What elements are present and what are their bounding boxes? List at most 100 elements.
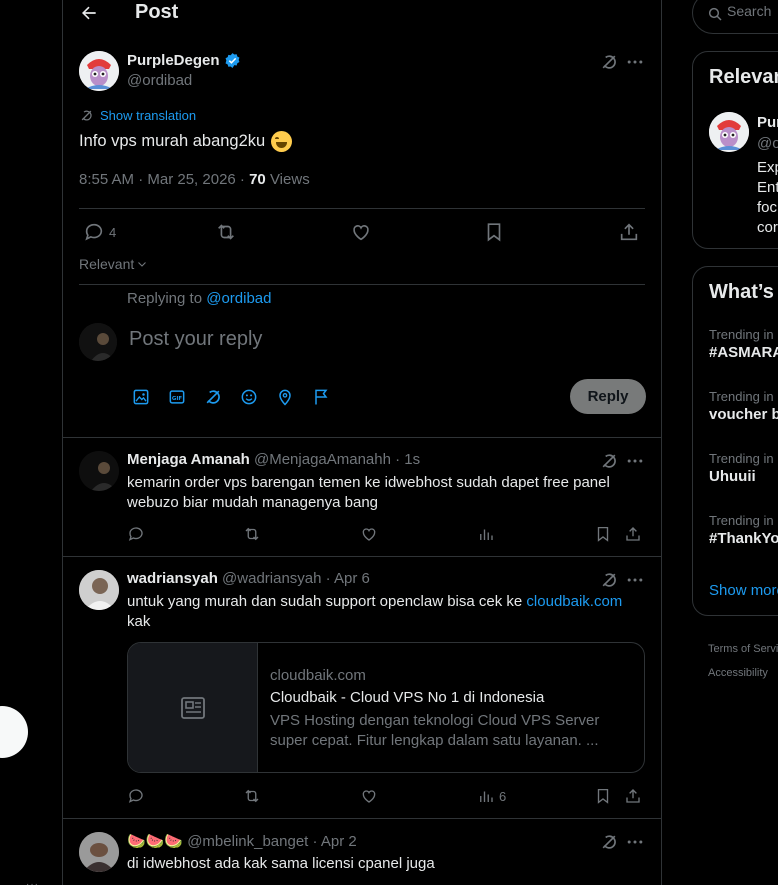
author-name[interactable]: PurpleDegen bbox=[127, 52, 241, 69]
reply-post[interactable]: wadriansyah @wadriansyah · Apr 6 untuk y… bbox=[63, 556, 661, 818]
reply-handle-time[interactable]: @mbelink_banget · Apr 2 bbox=[187, 833, 357, 850]
more-dots: ··· bbox=[26, 879, 39, 885]
reply-action[interactable] bbox=[127, 787, 145, 805]
flag-icon[interactable] bbox=[311, 387, 331, 407]
bookmark-action[interactable] bbox=[483, 221, 505, 243]
trend-item[interactable]: Trending in Indonesia Uhuuii bbox=[709, 451, 778, 485]
post-text-content: Info vps murah abang2ku bbox=[79, 132, 266, 150]
relevant-people-panel: Relevant people PurpleDegen @ordibad Exp… bbox=[692, 51, 778, 249]
repost-action[interactable] bbox=[243, 525, 261, 543]
sort-dropdown[interactable]: Relevant bbox=[79, 256, 148, 272]
gif-icon[interactable]: GIF bbox=[167, 387, 187, 407]
back-arrow-icon[interactable] bbox=[79, 3, 99, 23]
bookmark-action[interactable] bbox=[594, 787, 612, 805]
card-domain: cloudbaik.com bbox=[270, 667, 366, 684]
show-more-link[interactable]: Show more bbox=[709, 582, 778, 599]
share-action[interactable] bbox=[624, 525, 642, 543]
post-meta: 8:55 AM · Mar 25, 2026 · 70 Views bbox=[79, 171, 310, 188]
reply-action[interactable]: 4 bbox=[83, 221, 116, 243]
relevant-people-title: Relevant people bbox=[709, 66, 778, 88]
accessibility-link[interactable]: Accessibility bbox=[708, 661, 778, 685]
more-options-icon[interactable] bbox=[625, 832, 645, 852]
grok-icon[interactable] bbox=[599, 832, 619, 852]
header-bar: Post bbox=[63, 0, 661, 28]
card-description: VPS Hosting dengan teknologi Cloud VPS S… bbox=[270, 712, 600, 749]
reply-author-name[interactable]: Menjaga Amanah bbox=[127, 451, 250, 468]
reply-actions: 6 bbox=[127, 787, 647, 807]
reply-avatar[interactable] bbox=[79, 451, 119, 491]
replying-handle-link[interactable]: @ordibad bbox=[206, 290, 271, 307]
grok-icon[interactable] bbox=[599, 570, 619, 590]
author-name-text: PurpleDegen bbox=[127, 52, 220, 69]
reply-handle-time[interactable]: @MenjagaAmanahh · 1s bbox=[254, 451, 420, 468]
post-time[interactable]: 8:55 AM · Mar 25, 2026 · bbox=[79, 171, 249, 188]
grok-icon[interactable] bbox=[203, 387, 223, 407]
relevant-person-avatar[interactable] bbox=[709, 112, 749, 152]
reply-author-name[interactable]: wadriansyah bbox=[127, 570, 218, 587]
relevant-person-handle[interactable]: @ordibad bbox=[757, 135, 778, 152]
reply-text-content: untuk yang murah dan sudah support openc… bbox=[127, 593, 527, 610]
reply-handle-time[interactable]: @wadriansyah · Apr 6 bbox=[222, 570, 370, 587]
reply-post[interactable]: 🍉🍉🍉 @mbelink_banget · Apr 2 di idwebhost… bbox=[63, 818, 661, 885]
share-icon bbox=[624, 787, 642, 805]
reply-avatar[interactable] bbox=[79, 570, 119, 610]
more-options-icon[interactable] bbox=[625, 570, 645, 590]
trend-item[interactable]: Trending in Indonesia #ASMARA bbox=[709, 327, 778, 361]
article-icon bbox=[180, 696, 206, 720]
like-action[interactable] bbox=[360, 525, 378, 543]
reply-author-name[interactable]: 🍉🍉🍉 bbox=[127, 833, 183, 850]
heart-icon bbox=[360, 787, 378, 805]
compose-toolbar: GIF bbox=[131, 387, 331, 407]
trend-item[interactable]: Trending in Indonesia #ThankYo bbox=[709, 513, 778, 547]
like-action[interactable] bbox=[360, 787, 378, 805]
reply-action[interactable] bbox=[127, 525, 145, 543]
reply-avatar[interactable] bbox=[79, 832, 119, 872]
trend-item[interactable]: Trending in Indonesia voucher b bbox=[709, 389, 778, 423]
search-box[interactable] bbox=[692, 0, 778, 34]
reply-input[interactable]: Post your reply bbox=[129, 328, 262, 351]
heart-icon bbox=[350, 221, 372, 243]
trend-category: Trending in Indonesia bbox=[709, 513, 778, 528]
share-action[interactable] bbox=[618, 221, 640, 243]
views-count: 6 bbox=[499, 788, 507, 804]
link-card[interactable]: cloudbaik.com Cloudbaik - Cloud VPS No 1… bbox=[127, 642, 645, 773]
more-options-icon[interactable] bbox=[625, 52, 645, 72]
location-icon[interactable] bbox=[275, 387, 295, 407]
reply-text: di idwebhost ada kak sama licensi cpanel… bbox=[127, 855, 435, 872]
whats-happening-title: What’s happening bbox=[709, 281, 778, 303]
reply-link[interactable]: cloudbaik.com bbox=[526, 593, 622, 610]
search-input[interactable] bbox=[727, 3, 778, 19]
repost-action[interactable] bbox=[215, 221, 237, 243]
share-action[interactable] bbox=[624, 787, 642, 805]
image-icon[interactable] bbox=[131, 387, 151, 407]
page-title: Post bbox=[135, 1, 179, 23]
relevant-person-name[interactable]: PurpleDegen bbox=[757, 114, 778, 131]
verified-badge-icon bbox=[224, 52, 241, 69]
like-action[interactable] bbox=[350, 221, 372, 243]
terms-link[interactable]: Terms of Service bbox=[708, 637, 778, 661]
more-options-icon[interactable] bbox=[625, 451, 645, 471]
repost-icon bbox=[243, 525, 261, 543]
author-avatar[interactable] bbox=[79, 51, 119, 91]
views-action[interactable] bbox=[477, 525, 499, 543]
reply-text: kemarin order vps barengan temen ke idwe… bbox=[127, 474, 610, 511]
sort-label: Relevant bbox=[79, 256, 135, 272]
emoji-icon[interactable] bbox=[239, 387, 259, 407]
show-translation-link[interactable]: Show translation bbox=[79, 108, 196, 123]
floating-post-button[interactable] bbox=[0, 706, 28, 758]
post-actions: 4 bbox=[79, 221, 649, 245]
author-handle[interactable]: @ordibad bbox=[127, 72, 192, 89]
views-action[interactable]: 6 bbox=[477, 787, 506, 805]
reply-button[interactable]: Reply bbox=[570, 379, 646, 414]
views-count: 70 bbox=[249, 171, 266, 188]
repost-action[interactable] bbox=[243, 787, 261, 805]
heart-icon bbox=[360, 525, 378, 543]
grok-icon[interactable] bbox=[599, 451, 619, 471]
reply-post[interactable]: Menjaga Amanah @MenjagaAmanahh · 1s kema… bbox=[63, 437, 661, 556]
replying-prefix: Replying to bbox=[127, 290, 207, 307]
bookmark-action[interactable] bbox=[594, 525, 612, 543]
card-title: Cloudbaik - Cloud VPS No 1 di Indonesia bbox=[270, 689, 545, 706]
reply-icon bbox=[83, 221, 105, 243]
grok-icon[interactable] bbox=[599, 52, 619, 72]
my-avatar[interactable] bbox=[79, 323, 117, 361]
